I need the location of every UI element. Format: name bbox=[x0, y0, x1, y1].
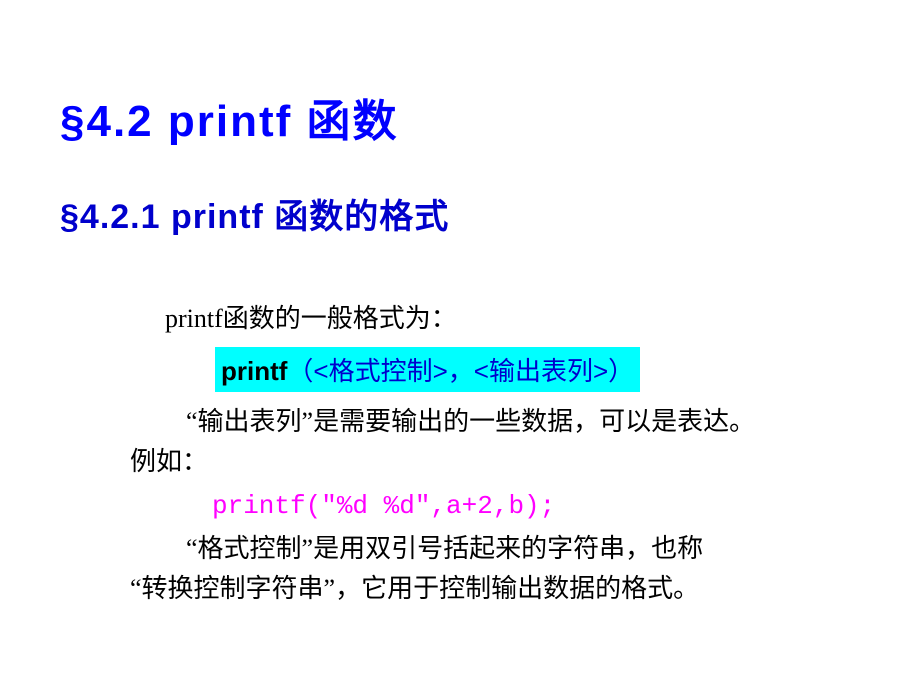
highlight-container: printf（<格式控制>，<输出表列>） bbox=[60, 347, 860, 402]
sub-title: §4.2.1 printf 函数的格式 bbox=[60, 189, 860, 238]
printf-args: （<格式控制>，<输出表列>） bbox=[287, 356, 634, 386]
paragraph1-line1: “输出表列”是需要输出的一些数据，可以是表达。 bbox=[130, 402, 860, 442]
main-title: §4.2 printf 函数 bbox=[60, 85, 860, 149]
paragraph2-line1: “格式控制”是用双引号括起来的字符串，也称 bbox=[130, 529, 860, 569]
syntax-highlight-box: printf（<格式控制>，<输出表列>） bbox=[215, 347, 640, 392]
paragraph1-line2: 例如： bbox=[130, 442, 860, 482]
code-example: printf("%d %d",a+2,b); bbox=[212, 491, 860, 521]
printf-keyword: printf bbox=[221, 356, 287, 386]
intro-text: printf函数的一般格式为： bbox=[165, 298, 860, 335]
slide-content: §4.2 printf 函数 §4.2.1 printf 函数的格式 print… bbox=[0, 0, 920, 609]
paragraph2-line2: “转换控制字符串”，它用于控制输出数据的格式。 bbox=[130, 569, 860, 609]
